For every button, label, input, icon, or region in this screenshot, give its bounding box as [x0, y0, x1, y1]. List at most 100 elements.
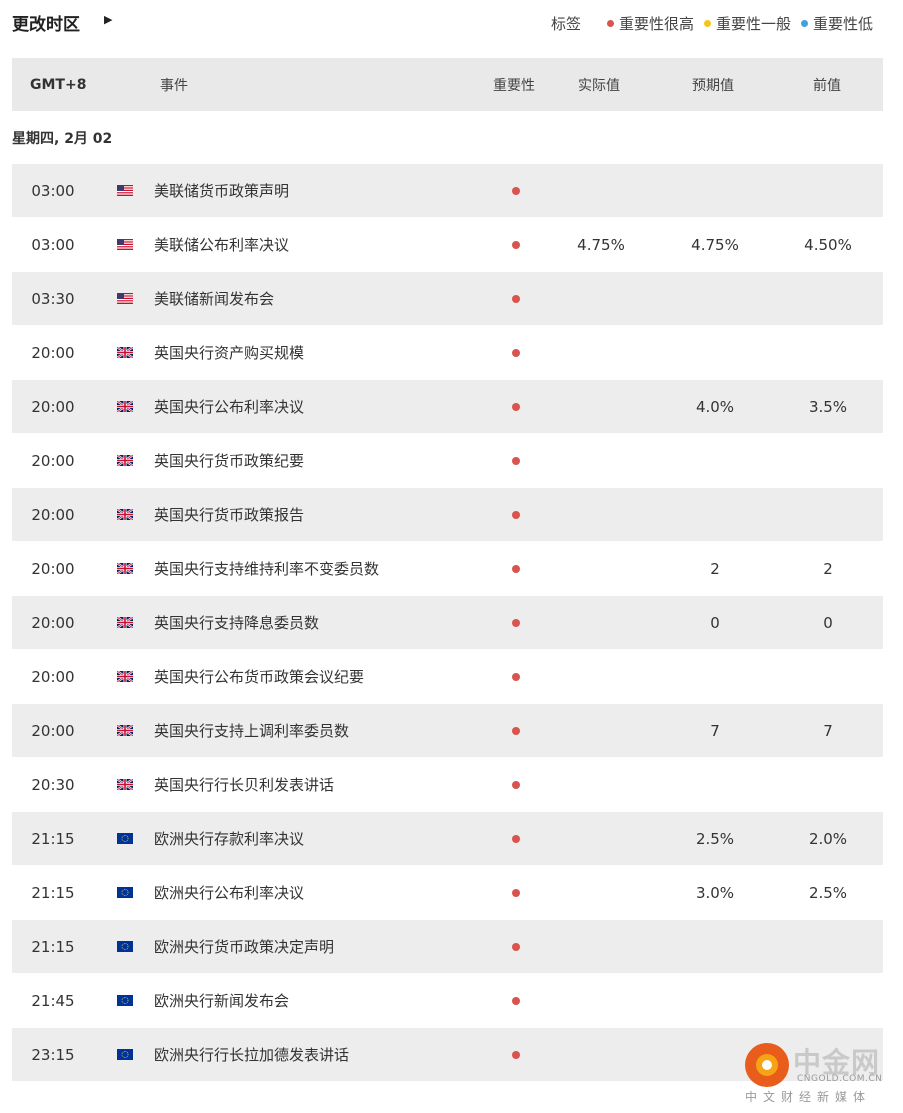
importance-dot-icon: [512, 511, 520, 519]
column-header-importance: 重要性: [493, 77, 535, 94]
event-name: 英国央行公布利率决议: [154, 398, 305, 416]
table-row[interactable]: 20:30 英国央行行长贝利发表讲话: [12, 758, 883, 812]
event-name: 美联储新闻发布会: [154, 290, 275, 308]
play-arrow-icon[interactable]: ▶: [104, 13, 112, 26]
importance-dot-icon: [512, 349, 520, 357]
eu-flag-icon: [117, 833, 133, 844]
table-row[interactable]: 20:00 英国央行公布利率决议 4.0% 3.5%: [12, 380, 883, 434]
importance-dot-icon: [512, 781, 520, 789]
event-time: 03:00: [31, 181, 75, 200]
column-header-actual: 实际值: [578, 77, 620, 94]
table-row[interactable]: 20:00 英国央行货币政策报告: [12, 488, 883, 542]
uk-flag-icon: [117, 509, 133, 520]
importance-dot-icon: [512, 1051, 520, 1059]
uk-flag-icon: [117, 563, 133, 574]
importance-dot-icon: [512, 943, 520, 951]
previous-value: 4.50%: [804, 235, 852, 254]
event-time: 20:00: [31, 451, 75, 470]
event-name: 英国央行货币政策纪要: [154, 452, 305, 470]
importance-legend: 标签 重要性很高 重要性一般 重要性低: [551, 13, 873, 34]
event-time: 20:00: [31, 667, 75, 686]
importance-dot-icon: [512, 835, 520, 843]
table-row[interactable]: 21:15 欧洲央行货币政策决定声明: [12, 920, 883, 974]
eu-flag-icon: [117, 941, 133, 952]
us-flag-icon: [117, 239, 133, 250]
table-row[interactable]: 20:00 英国央行支持降息委员数 0 0: [12, 596, 883, 650]
table-row[interactable]: 03:30 美联储新闻发布会: [12, 272, 883, 326]
event-name: 英国央行公布货币政策会议纪要: [154, 668, 365, 686]
table-row[interactable]: 20:00 英国央行公布货币政策会议纪要: [12, 650, 883, 704]
legend-item-medium: 重要性一般: [703, 13, 791, 34]
uk-flag-icon: [117, 779, 133, 790]
event-time: 20:00: [31, 343, 75, 362]
event-time: 21:15: [31, 829, 75, 848]
importance-dot-icon: [512, 295, 520, 303]
eu-flag-icon: [117, 887, 133, 898]
event-name: 英国央行资产购买规模: [154, 344, 305, 362]
previous-value: 2.0%: [808, 829, 848, 848]
table-row[interactable]: 20:00 英国央行支持维持利率不变委员数 2 2: [12, 542, 883, 596]
table-row[interactable]: 20:00 英国央行支持上调利率委员数 7 7: [12, 704, 883, 758]
eu-flag-icon: [117, 995, 133, 1006]
forecast-value: 4.75%: [691, 235, 739, 254]
importance-dot-icon: [512, 889, 520, 897]
event-time: 20:00: [31, 559, 75, 578]
column-header-forecast: 预期值: [692, 77, 734, 94]
event-name: 美联储公布利率决议: [154, 236, 290, 254]
eu-flag-icon: [117, 1049, 133, 1060]
legend-label: 重要性一般: [715, 15, 791, 33]
previous-value: 7: [823, 721, 833, 740]
forecast-value: 7: [710, 721, 720, 740]
economic-calendar-table: GMT+8 事件 重要性 实际值 预期值 前值 星期四, 2月 02 03:00…: [12, 58, 883, 1082]
low-importance-dot-icon: [800, 20, 808, 27]
watermark-brand-en: CNGOLD.COM.CN: [797, 1074, 883, 1084]
table-row[interactable]: 03:00 美联储公布利率决议 4.75% 4.75% 4.50%: [12, 218, 883, 272]
event-time: 21:15: [31, 883, 75, 902]
importance-dot-icon: [512, 565, 520, 573]
event-time: 23:15: [31, 1045, 75, 1064]
event-name: 欧洲央行行长拉加德发表讲话: [154, 1046, 350, 1064]
importance-dot-icon: [512, 457, 520, 465]
cngold-watermark-logo: 中金网 CNGOLD.COM.CN 中文财经新媒体: [745, 1041, 893, 1107]
table-row[interactable]: 20:00 英国央行货币政策纪要: [12, 434, 883, 488]
importance-dot-icon: [512, 619, 520, 627]
event-time: 20:00: [31, 721, 75, 740]
table-row[interactable]: 21:45 欧洲央行新闻发布会: [12, 974, 883, 1028]
event-time: 03:30: [31, 289, 75, 308]
event-time: 21:45: [31, 991, 75, 1010]
forecast-value: 4.0%: [695, 397, 735, 416]
watermark-tagline: 中文财经新媒体: [745, 1090, 872, 1104]
event-name: 英国央行行长贝利发表讲话: [154, 776, 335, 794]
table-body: 03:00 美联储货币政策声明 03:00 美联储公布利率决议 4.75% 4.75% 4.…: [12, 164, 883, 1082]
previous-value: 0: [823, 613, 833, 632]
previous-value: 2: [823, 559, 833, 578]
medium-importance-dot-icon: [703, 20, 711, 27]
importance-dot-icon: [512, 997, 520, 1005]
importance-dot-icon: [512, 241, 520, 249]
event-name: 欧洲央行存款利率决议: [154, 830, 305, 848]
us-flag-icon: [117, 185, 133, 196]
previous-value: 2.5%: [808, 883, 848, 902]
event-time: 20:00: [31, 613, 75, 632]
event-name: 欧洲央行新闻发布会: [154, 992, 290, 1010]
importance-dot-icon: [512, 403, 520, 411]
event-name: 美联储货币政策声明: [154, 182, 290, 200]
table-row[interactable]: 03:00 美联储货币政策声明: [12, 164, 883, 218]
column-header-event: 事件: [160, 77, 188, 94]
forecast-value: 2.5%: [695, 829, 735, 848]
actual-value: 4.75%: [577, 235, 625, 254]
event-name: 英国央行支持上调利率委员数: [154, 722, 350, 740]
event-name: 欧洲央行公布利率决议: [154, 884, 305, 902]
change-timezone-button[interactable]: 更改时区: [12, 10, 80, 35]
event-time: 20:00: [31, 397, 75, 416]
importance-dot-icon: [512, 187, 520, 195]
uk-flag-icon: [117, 671, 133, 682]
table-row[interactable]: 21:15 欧洲央行公布利率决议 3.0% 2.5%: [12, 866, 883, 920]
table-row[interactable]: 20:00 英国央行资产购买规模: [12, 326, 883, 380]
uk-flag-icon: [117, 455, 133, 466]
event-name: 欧洲央行货币政策决定声明: [154, 938, 335, 956]
legend-label: 重要性很高: [618, 15, 694, 33]
uk-flag-icon: [117, 347, 133, 358]
previous-value: 3.5%: [808, 397, 848, 416]
table-row[interactable]: 21:15 欧洲央行存款利率决议 2.5% 2.0%: [12, 812, 883, 866]
